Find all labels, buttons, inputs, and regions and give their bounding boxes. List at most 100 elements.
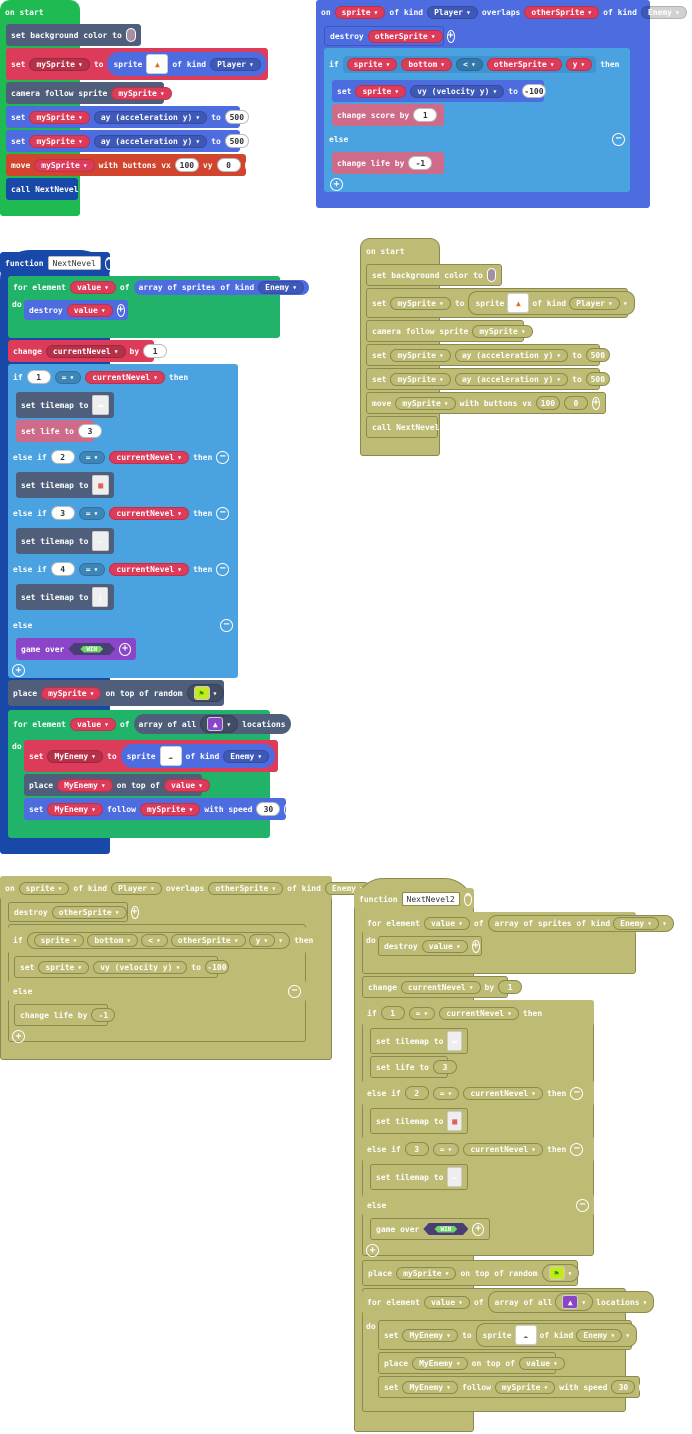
vy-input[interactable]: 0 [216,158,241,172]
sprite-create-reporter[interactable]: sprite ▲ of kind Player [468,291,635,315]
add-icon[interactable]: + [471,939,480,953]
tile-dropdown[interactable]: ⚑ [541,1264,580,1282]
add-icon[interactable]: + [244,158,253,172]
compare-right[interactable]: currentNevel [109,450,189,464]
game-over-block[interactable]: game over WIN + [370,1218,490,1240]
other-sprite-param[interactable]: otherSprite [208,881,284,895]
fox-sprite-image[interactable]: ▲ [507,293,530,313]
value-input[interactable]: 500 [224,110,249,124]
compare-left[interactable]: 2 [404,1086,429,1100]
set-vy-block[interactable]: set sprite vy (velocity y) to -100 [332,80,546,102]
operator-dropdown[interactable]: = [408,1006,436,1020]
kind-dropdown[interactable]: Player [210,57,261,71]
add-icon[interactable]: + [284,802,293,816]
compare-right[interactable]: currentNevel [109,562,189,576]
value-variable[interactable]: value [423,1295,470,1309]
sprite-param[interactable]: sprite [334,5,386,19]
vx-input[interactable]: 100 [174,158,199,172]
set-ay-block-2[interactable]: set mySprite ay (acceleration y) to 500 [366,368,610,390]
add-icon[interactable]: + [130,905,139,919]
camera-follow-block[interactable]: camera follow sprite mySprite [366,320,533,342]
set-tilemap-3[interactable]: set tilemap to — [370,1164,468,1190]
kind-dropdown[interactable]: Enemy [258,280,305,294]
add-icon[interactable]: + [116,303,125,317]
change-life-block[interactable]: change life by -1 [332,152,444,174]
compare-reporter[interactable]: sprite bottom < otherSprite y [342,55,597,73]
for-location-header[interactable]: for element value of array of all ▲ loca… [362,1290,655,1314]
array-all-reporter[interactable]: array of all ▲ locations [487,1291,655,1313]
compare-left[interactable]: 4 [50,562,75,576]
function-collapse-icon[interactable]: ^ [463,892,472,906]
sprite-create-reporter[interactable]: sprite ☁ of kind Enemy [120,744,276,768]
set-background-block[interactable]: set background color to [366,264,502,286]
value-input[interactable]: 1 [143,344,168,358]
value-input[interactable]: 500 [224,134,249,148]
compare-left[interactable]: 1 [380,1006,405,1020]
set-background-block[interactable]: set background color to [6,24,141,46]
add-else-icon[interactable]: + [12,1030,25,1043]
value-input[interactable]: 3 [77,424,102,438]
value-input[interactable]: 1 [413,108,438,122]
remove-branch-icon[interactable]: − [570,1086,584,1100]
axis-dropdown[interactable]: y [565,57,593,71]
variable-dropdown[interactable]: currentNevel [45,344,126,358]
move-with-buttons-block[interactable]: move mySprite with buttons vx 100 vy 0 + [6,154,253,176]
move-with-buttons-block[interactable]: move mySprite with buttons vx 100 0 + [366,392,606,414]
sprite-dropdown[interactable]: MyEnemy [47,802,103,816]
set-life-block[interactable]: set life to 3 [16,420,102,442]
compare-left[interactable]: 3 [404,1142,429,1156]
call-function-block[interactable]: call NextNevel [6,178,78,200]
else-if-row-2[interactable]: else if 2 = currentNevel then − [8,444,238,470]
set-ay-block-1[interactable]: set mySprite ay (acceleration y) to 500 [6,106,249,128]
operator-dropdown[interactable]: = [78,450,106,464]
tilemap-thumbnail[interactable]: ▦ [447,1111,462,1131]
add-icon[interactable]: + [119,642,131,656]
set-ay-block-2[interactable]: set mySprite ay (acceleration y) to 500 [6,130,249,152]
ghost-sprite-image[interactable]: ☁ [159,746,182,766]
operator-dropdown[interactable]: = [78,562,106,576]
remove-else-icon[interactable]: − [288,984,301,998]
kind-dropdown[interactable]: Enemy [613,916,660,930]
add-branch-icon[interactable]: + [366,1244,379,1257]
fox-sprite-image[interactable]: ▲ [146,54,169,74]
remove-branch-icon[interactable]: − [216,562,230,576]
remove-branch-icon[interactable]: − [216,450,230,464]
operator-dropdown[interactable]: = [54,370,82,384]
destroy-value-block[interactable]: destroy value + [378,936,482,956]
property-dropdown[interactable]: vy (velocity y) [410,84,505,98]
tilemap-thumbnail[interactable]: ▬ [447,1031,462,1051]
for-location-header[interactable]: for element value of array of all ▲ loca… [8,712,291,736]
sprite-create-reporter[interactable]: sprite ☁ of kind Enemy [475,1323,638,1347]
set-tilemap-4[interactable]: set tilemap to | [16,584,114,610]
sprite-create-reporter[interactable]: sprite ▲ of kind Player [107,52,267,76]
destroy-value-block[interactable]: destroy value + [24,300,128,320]
kind-dropdown[interactable]: Enemy [576,1328,623,1342]
kind-dropdown[interactable]: Player [111,881,162,895]
set-tilemap-2[interactable]: set tilemap to ▦ [370,1108,468,1134]
set-tilemap-3[interactable]: set tilemap to — [16,528,114,554]
kind-dropdown[interactable]: Enemy [640,5,687,19]
change-score-block[interactable]: change score by 1 [332,104,444,126]
compare-left[interactable]: 3 [50,506,75,520]
if-condition-row[interactable]: if sprite bottom < otherSprite y then [324,50,630,78]
property-dropdown[interactable]: ay (acceleration y) [93,110,208,124]
change-life-block[interactable]: change life by -1 [14,1004,116,1026]
speed-input[interactable]: 30 [256,802,281,816]
sprite-dropdown[interactable]: mySprite [396,1266,457,1280]
overlap-event-hat[interactable]: on sprite of kind Player overlaps otherS… [316,0,687,24]
set-life-block[interactable]: set life to 3 [370,1056,457,1078]
place-on-top-block[interactable]: place MyEnemy on top of value [24,774,210,796]
kind-dropdown[interactable]: Enemy [223,749,270,763]
other-sprite-param[interactable]: otherSprite [524,5,600,19]
variable-dropdown[interactable]: MyEnemy [47,749,103,763]
target-dropdown[interactable]: mySprite [494,1380,556,1394]
value-variable[interactable]: value [69,280,116,294]
sprite-param[interactable]: sprite [18,881,70,895]
vx-input[interactable]: 100 [535,396,560,410]
location-dropdown[interactable]: value [519,1356,565,1370]
value-input[interactable]: -100 [521,84,546,98]
follow-block[interactable]: set MyEnemy follow mySprite with speed 3… [378,1376,648,1398]
else-if-row-2[interactable]: else if 2 = currentNevel then − [362,1080,594,1106]
array-of-kind-reporter[interactable]: array of sprites of kind Enemy [133,279,310,295]
sprite-dropdown[interactable]: MyEnemy [57,778,113,792]
